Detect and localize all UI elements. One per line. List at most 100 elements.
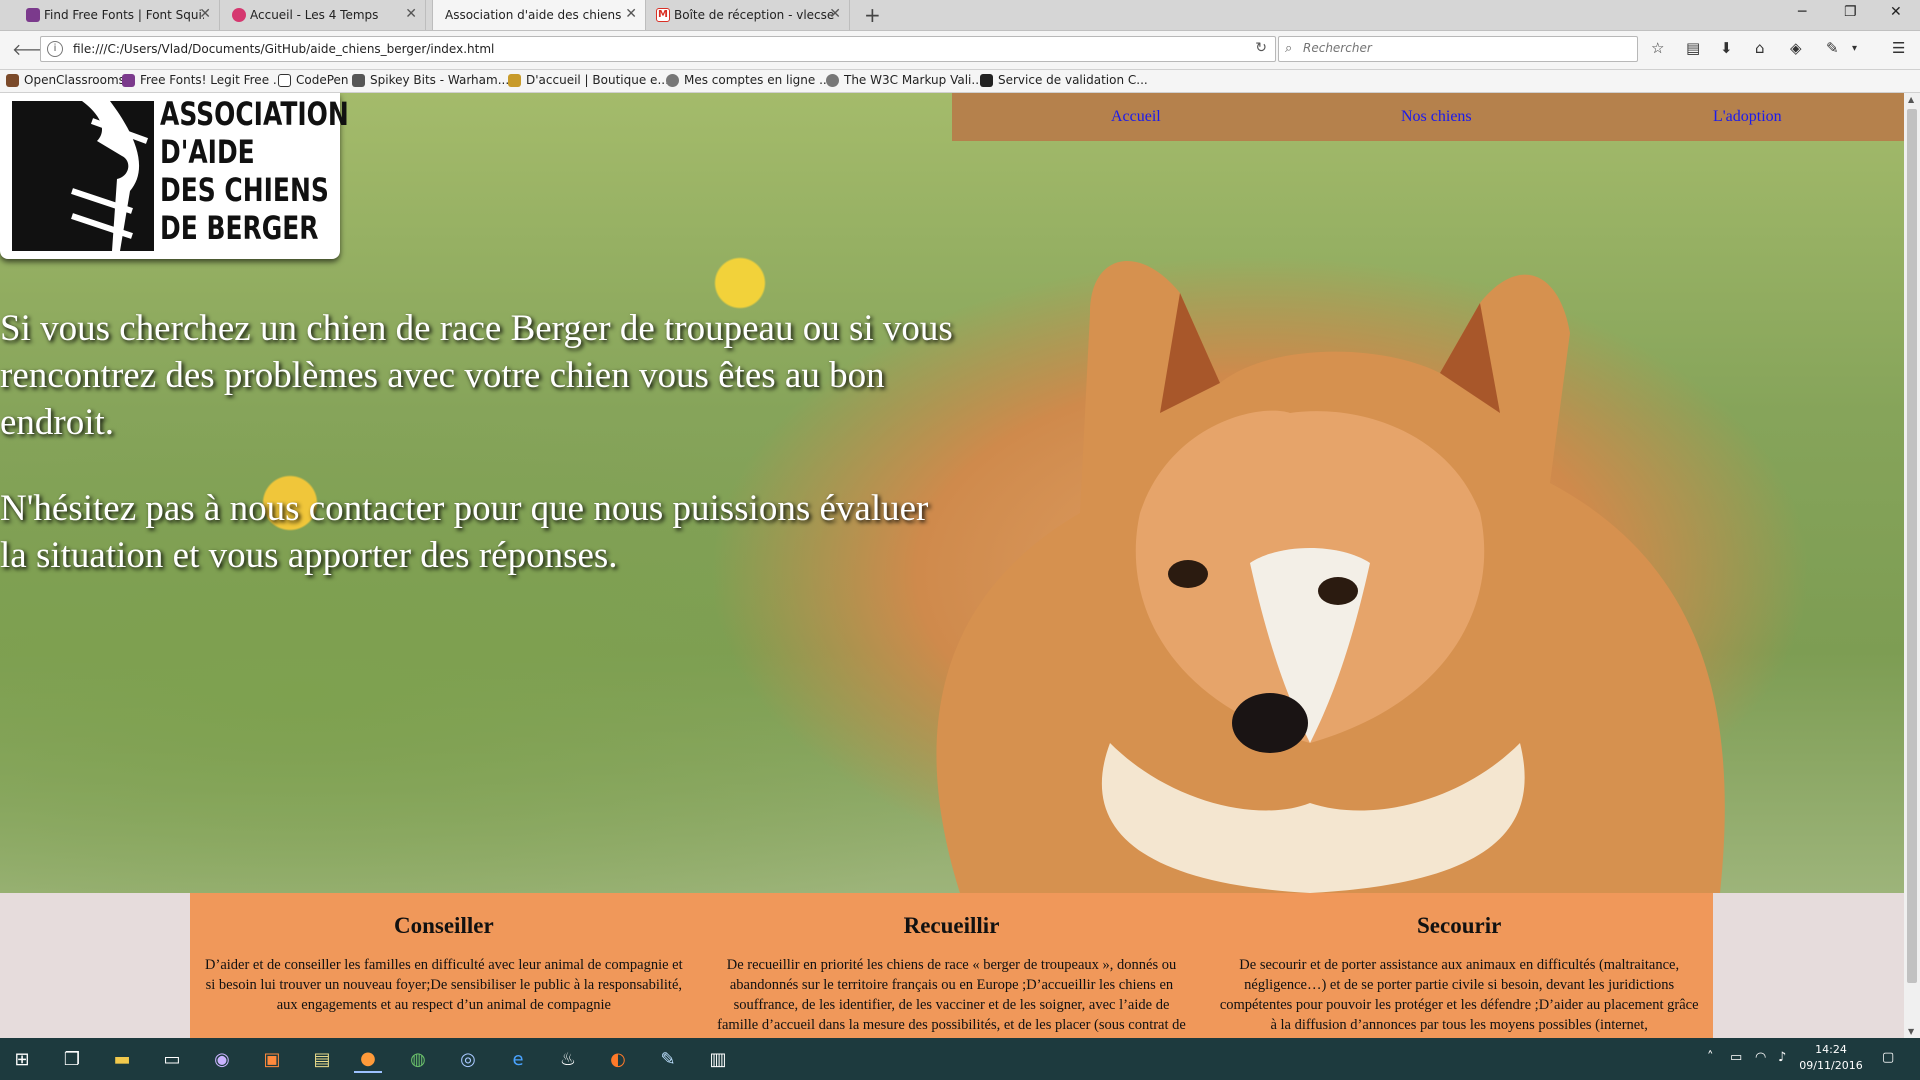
task-view-icon[interactable]: ❐ (58, 1045, 86, 1073)
w3c-icon (980, 74, 993, 87)
close-window-icon[interactable]: ✕ (1890, 4, 1902, 20)
close-tab-icon[interactable]: ✕ (829, 6, 841, 22)
close-tab-icon[interactable]: ✕ (199, 6, 211, 22)
service-text: De recueillir en priorité les chiens de … (717, 957, 1186, 1033)
tab-font-squirrel[interactable]: Find Free Fonts | Font Squi... ✕ (20, 0, 220, 30)
bookmark-label: CodePen (296, 73, 349, 87)
bookmark-label: Service de validation C... (998, 73, 1148, 87)
hero-text: Si vous cherchez un chien de race Berger… (0, 305, 960, 618)
bookmark-star-icon[interactable]: ☆ (1651, 39, 1664, 57)
codepen-icon (278, 74, 291, 87)
service-text: De secourir et de porter assistance aux … (1219, 957, 1699, 1033)
font-squirrel-icon (122, 74, 135, 87)
site-info-icon[interactable]: i (47, 41, 63, 57)
app-window-icon[interactable]: ▤ (308, 1045, 336, 1073)
file-explorer-icon[interactable]: ▬ (108, 1045, 136, 1073)
sheltie-dog-image (936, 260, 1725, 893)
bookmarks-list-icon[interactable]: ▤ (1686, 39, 1700, 57)
spikey-bits-icon (352, 74, 365, 87)
network-icon[interactable]: ◠ (1755, 1050, 1766, 1065)
logo-line: DE BERGER (160, 209, 319, 247)
bookmark-label: Mes comptes en ligne ... (684, 73, 831, 87)
services-section: Conseiller D’aider et de conseiller les … (190, 893, 1713, 1038)
bookmark-w3c-markup[interactable]: The W3C Markup Vali... (826, 73, 983, 87)
logo-line: ASSOCIATION (160, 95, 349, 133)
hero-paragraph: N'hésitez pas à nous contacter pour que … (0, 488, 929, 576)
logo-line: D'AIDE (160, 133, 255, 171)
bookmark-mes-comptes[interactable]: Mes comptes en ligne ... (666, 73, 831, 87)
new-tab-button[interactable]: + (864, 3, 881, 27)
close-tab-icon[interactable]: ✕ (405, 6, 417, 22)
tab-gmail[interactable]: M Boîte de réception - vlecse... ✕ (650, 0, 850, 30)
bookmark-openclassrooms[interactable]: OpenClassrooms (6, 73, 125, 87)
terminal-icon[interactable]: ▭ (158, 1045, 186, 1073)
openclassrooms-icon (6, 74, 19, 87)
nav-link-adoption[interactable]: L'adoption (1713, 108, 1782, 126)
menu-icon[interactable]: ☰ (1892, 39, 1905, 57)
navigation-toolbar: 🡐 i file:///C:/Users/Vlad/Documents/GitH… (0, 31, 1920, 70)
service-title: Conseiller (394, 913, 494, 938)
bookmark-label: OpenClassrooms (24, 73, 125, 87)
tab-association[interactable]: Association d'aide des chiens ... ✕ (432, 0, 646, 30)
origin-icon[interactable]: ◐ (604, 1045, 632, 1073)
bookmark-label: The W3C Markup Vali... (844, 73, 983, 87)
windows-taskbar: ⊞ ❐ ▬ ▭ ◉ ▣ ▤ ● ◍ ◎ e ♨ ◐ ✎ ▥ ˄ ▭ ◠ ♪ 14… (0, 1038, 1920, 1080)
globe-app-icon[interactable]: ◎ (454, 1045, 482, 1073)
app-circle-icon[interactable]: ◉ (208, 1045, 236, 1073)
service-text: D’aider et de conseiller les familles en… (205, 957, 683, 1013)
firefox-icon[interactable]: ● (354, 1045, 382, 1073)
dev-tools-icon[interactable]: ✎ (1826, 39, 1839, 57)
service-title: Recueillir (903, 913, 1000, 938)
gmail-favicon-icon: M (656, 8, 670, 22)
notepad-icon[interactable]: ▥ (704, 1045, 732, 1073)
bookmark-free-fonts[interactable]: Free Fonts! Legit Free ... (122, 73, 284, 87)
bookmark-spikey-bits[interactable]: Spikey Bits - Warham... (352, 73, 509, 87)
tab-label: Association d'aide des chiens ... (445, 8, 625, 22)
maximize-icon[interactable]: ❐ (1844, 4, 1857, 20)
home-icon[interactable]: ⌂ (1755, 39, 1765, 57)
association-logo[interactable]: ASSOCIATION D'AIDE DES CHIENS DE BERGER (0, 93, 349, 259)
scroll-up-arrow-icon[interactable]: ▲ (1908, 95, 1914, 104)
clock-date: 09/11/2016 (1799, 1059, 1863, 1072)
brackets-icon[interactable]: ▣ (258, 1045, 286, 1073)
scroll-down-arrow-icon[interactable]: ▼ (1908, 1027, 1914, 1036)
globe-icon (666, 74, 679, 87)
hero-paragraph: Si vous cherchez un chien de race Berger… (0, 308, 953, 443)
edge-icon[interactable]: e (504, 1045, 532, 1073)
tab-label: Find Free Fonts | Font Squi... (44, 8, 204, 22)
close-tab-icon[interactable]: ✕ (625, 6, 637, 22)
nav-link-accueil[interactable]: Accueil (1111, 108, 1161, 126)
windows-start-icon[interactable]: ⊞ (8, 1045, 36, 1073)
scrollbar-thumb[interactable] (1907, 109, 1917, 983)
bookmark-css-validation[interactable]: Service de validation C... (980, 73, 1148, 87)
chrome-icon[interactable]: ◍ (404, 1045, 432, 1073)
show-hidden-icons-icon[interactable]: ˄ (1707, 1050, 1714, 1065)
reload-icon[interactable]: ↻ (1255, 40, 1267, 56)
bookmark-codepen[interactable]: CodePen (278, 73, 349, 87)
pen-app-icon[interactable]: ✎ (654, 1045, 682, 1073)
search-input[interactable] (1301, 40, 1625, 56)
search-bar[interactable]: ⌕ (1278, 36, 1638, 62)
url-text[interactable]: file:///C:/Users/Vlad/Documents/GitHub/a… (73, 42, 494, 56)
steam-icon[interactable]: ♨ (554, 1045, 582, 1073)
pocket-icon[interactable]: ◈ (1790, 39, 1802, 57)
battery-icon[interactable]: ▭ (1730, 1050, 1742, 1065)
system-clock[interactable]: 14:24 09/11/2016 (1786, 1042, 1876, 1074)
download-icon[interactable]: ⬇ (1720, 39, 1733, 57)
service-conseiller: Conseiller D’aider et de conseiller les … (190, 893, 698, 1038)
hero-banner: ASSOCIATION D'AIDE DES CHIENS DE BERGER … (0, 93, 1904, 893)
tab-les-4-temps[interactable]: Accueil - Les 4 Temps ✕ (226, 0, 426, 30)
clock-time: 14:24 (1815, 1043, 1847, 1056)
bookmark-label: Spikey Bits - Warham... (370, 73, 510, 87)
logo-text: ASSOCIATION D'AIDE DES CHIENS DE BERGER (160, 95, 349, 247)
address-bar[interactable]: i file:///C:/Users/Vlad/Documents/GitHub… (40, 36, 1276, 62)
minimize-icon[interactable]: ─ (1798, 4, 1806, 20)
tab-label: Accueil - Les 4 Temps (250, 8, 379, 22)
bookmark-boutique[interactable]: D'accueil | Boutique e... (508, 73, 669, 87)
notifications-icon[interactable]: ▢ (1882, 1050, 1894, 1065)
tab-bar: Find Free Fonts | Font Squi... ✕ Accueil… (0, 0, 1920, 31)
nav-link-nos-chiens[interactable]: Nos chiens (1401, 108, 1472, 126)
globe-icon (826, 74, 839, 87)
page-scrollbar[interactable]: ▲ ▼ (1904, 93, 1920, 1038)
dropdown-icon[interactable]: ▾ (1852, 43, 1857, 54)
